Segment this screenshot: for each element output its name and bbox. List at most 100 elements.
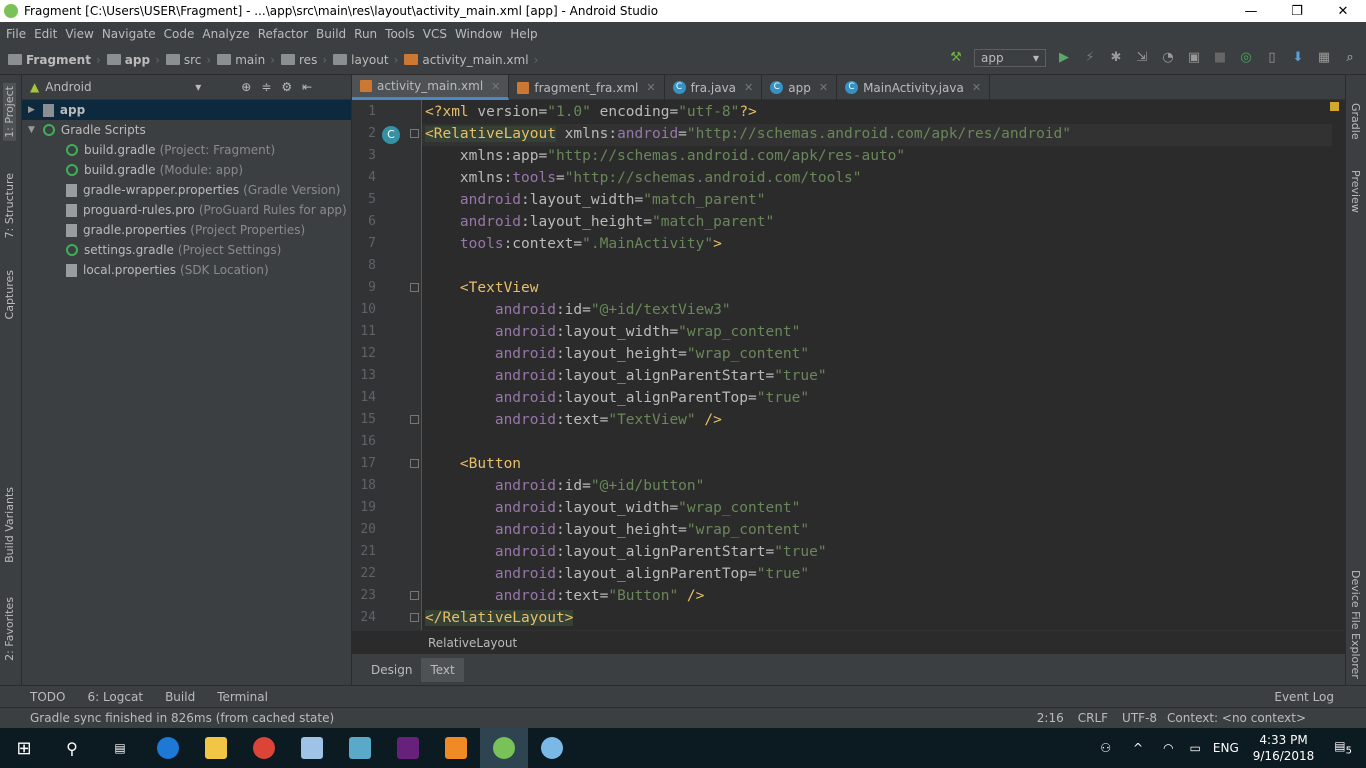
tree-item[interactable]: gradle-wrapper.properties (Gradle Version… [22,180,351,200]
fold-marker-icon[interactable] [410,591,419,600]
project-structure-icon[interactable]: ▦ [1316,50,1332,66]
expand-arrow-icon[interactable]: ▼ [28,125,35,135]
run-config-select[interactable]: app ▾ [974,49,1046,67]
breadcrumb-item[interactable]: app › [106,53,160,67]
minimize-button[interactable]: — [1228,4,1274,19]
debug-icon[interactable]: ✱ [1108,50,1124,66]
fold-marker-icon[interactable] [410,613,419,622]
menu-file[interactable]: File [6,27,26,41]
breadcrumb-item[interactable]: activity_main.xml › [404,53,538,67]
start-button[interactable]: ⊞ [0,728,48,768]
tab-gradle[interactable]: Gradle [1349,103,1362,140]
context-indicator[interactable]: Context: <no context> [1167,711,1306,725]
scroll-from-source-icon[interactable]: ⊕ [241,80,251,94]
breadcrumb-item[interactable]: layout › [333,53,398,67]
breadcrumb-item[interactable]: main › [217,53,275,67]
taskbar-app-cube[interactable] [288,728,336,768]
line-separator[interactable]: CRLF [1078,711,1108,725]
hammer-icon[interactable]: ⚒ [948,50,964,66]
tab-fra-java[interactable]: Cfra.java ✕ [665,75,763,100]
tree-item[interactable]: ▼ Gradle Scripts [22,120,351,140]
attach-debugger-icon[interactable]: ⇲ [1134,50,1150,66]
menu-run[interactable]: Run [354,27,377,41]
menu-refactor[interactable]: Refactor [258,27,308,41]
menu-tools[interactable]: Tools [385,27,415,41]
tab-structure[interactable]: 7: Structure [3,173,16,238]
taskbar-explorer[interactable] [192,728,240,768]
taskbar-chrome[interactable] [240,728,288,768]
taskbar-edge[interactable] [144,728,192,768]
restore-button[interactable]: ❐ [1274,4,1320,19]
language-indicator[interactable]: ENG [1213,741,1239,755]
editor-breadcrumb[interactable]: RelativeLayout [352,630,1345,654]
run-icon[interactable]: ▶ [1056,50,1072,66]
tab-activity_main-xml[interactable]: activity_main.xml ✕ [352,75,510,100]
taskbar-android-studio[interactable] [480,728,528,768]
people-icon[interactable]: ⚇ [1100,741,1111,755]
taskbar-media[interactable] [336,728,384,768]
menu-edit[interactable]: Edit [34,27,57,41]
stop-icon[interactable]: ■ [1212,50,1228,66]
tab-todo[interactable]: TODO [30,690,65,704]
tree-item[interactable]: proguard-rules.pro (ProGuard Rules for ap… [22,200,351,220]
tab-terminal[interactable]: Terminal [217,690,268,704]
menu-view[interactable]: View [65,27,93,41]
close-tab-icon[interactable]: ✕ [491,80,500,93]
clock[interactable]: 4:33 PM 9/16/2018 [1253,732,1315,764]
tab-app[interactable]: Capp ✕ [762,75,838,100]
inspection-status-icon[interactable] [1330,102,1339,111]
expand-arrow-icon[interactable]: ▶ [28,105,35,115]
close-tab-icon[interactable]: ✕ [972,81,981,94]
tree-item[interactable]: build.gradle (Module: app) [22,160,351,180]
tab-mainactivity-java[interactable]: C MainActivity.java ✕ [837,75,991,100]
tab-build-variants[interactable]: Build Variants [3,487,16,563]
chevron-up-icon[interactable]: ^ [1133,741,1143,755]
status-message[interactable]: Gradle sync finished in 826ms (from cach… [30,711,1037,725]
menu-navigate[interactable]: Navigate [102,27,156,41]
code-area[interactable]: <?xml version="1.0" encoding="utf-8"?> <R… [422,100,1332,630]
search-button[interactable]: ⚲ [48,728,96,768]
close-tab-icon[interactable]: ✕ [646,81,655,94]
class-marker-icon[interactable]: C [382,126,400,144]
wifi-icon[interactable]: ◠ [1163,741,1173,755]
menu-build[interactable]: Build [316,27,346,41]
task-view-button[interactable]: ▤ [96,728,144,768]
menu-window[interactable]: Window [455,27,502,41]
tab-text[interactable]: Text [421,657,464,682]
tree-item[interactable]: local.properties (SDK Location) [22,260,351,280]
close-button[interactable]: ✕ [1320,4,1366,19]
file-encoding[interactable]: UTF-8 [1122,711,1157,725]
profiler-icon[interactable]: ◔ [1160,50,1176,66]
search-icon[interactable]: ⌕ [1342,50,1358,66]
tree-item[interactable]: ▶ app [22,100,351,120]
close-tab-icon[interactable]: ✕ [819,81,828,94]
tab-design[interactable]: Design [362,658,421,682]
taskbar-sublime[interactable] [432,728,480,768]
gear-icon[interactable]: ⚙ [281,80,292,94]
breadcrumb-item[interactable]: Fragment › [8,53,101,67]
menu-analyze[interactable]: Analyze [202,27,249,41]
apply-changes-icon[interactable]: ⚡ [1082,50,1098,66]
tree-item[interactable]: build.gradle (Project: Fragment) [22,140,351,160]
action-center-icon[interactable]: ▤5 [1334,739,1352,756]
menu-vcs[interactable]: VCS [423,27,447,41]
fold-marker-icon[interactable] [410,459,419,468]
sync-gradle-icon[interactable]: ◎ [1238,50,1254,66]
chevron-down-icon[interactable]: ▾ [195,80,201,94]
tree-item[interactable]: gradle.properties (Project Properties) [22,220,351,240]
fold-marker-icon[interactable] [410,415,419,424]
tab-favorites[interactable]: 2: Favorites [3,597,16,661]
battery-icon[interactable]: ▭ [1190,741,1201,755]
tab-build[interactable]: Build [165,690,195,704]
close-tab-icon[interactable]: ✕ [744,81,753,94]
collapse-all-icon[interactable]: ≑ [261,80,271,94]
menu-code[interactable]: Code [164,27,195,41]
tree-item[interactable]: settings.gradle (Project Settings) [22,240,351,260]
menu-help[interactable]: Help [510,27,537,41]
fold-marker-icon[interactable] [410,129,419,138]
avd-manager-icon[interactable]: ▯ [1264,50,1280,66]
hide-panel-icon[interactable]: ⇤ [302,80,312,94]
event-log-button[interactable]: Event Log [1274,690,1334,704]
fold-marker-icon[interactable] [410,283,419,292]
tab-captures[interactable]: Captures [3,270,16,319]
